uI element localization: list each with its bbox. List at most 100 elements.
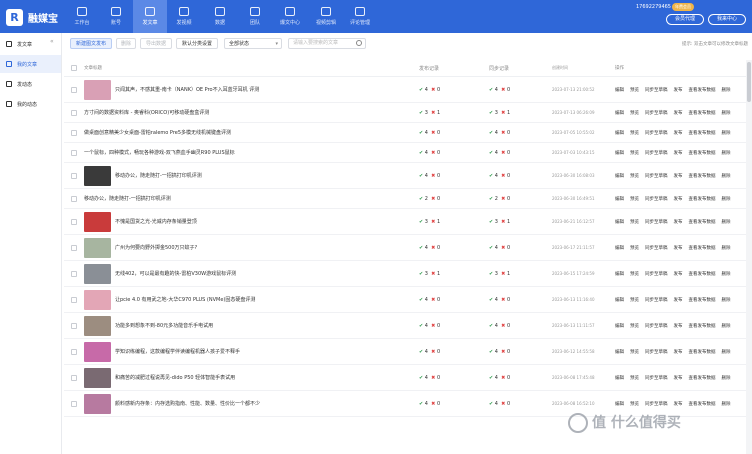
view-data-link[interactable]: 查看发布数据 [689, 110, 716, 116]
publish-link[interactable]: 发布 [674, 110, 683, 116]
publish-link[interactable]: 发布 [674, 297, 683, 303]
table-row[interactable]: 和痛苦的减肥过程说再见-dido P50 轻体智能手表试用 ✔ 4 ✖ 0 ✔ … [64, 365, 752, 391]
table-row[interactable]: 方寸间的数据资料库 - 奥睿科(ORICO)可移动硬盘盒评测 ✔ 3 ✖ 1 ✔… [64, 103, 752, 123]
sync-draft-link[interactable]: 同步至草稿 [645, 110, 668, 116]
article-title[interactable]: 颜料感新内存条：内存选购指南、性能、数量、性价比一个都不少 [115, 400, 260, 407]
article-title-cell[interactable]: 功能多到想象不到-80元多功能音乐手电试用 [84, 315, 419, 336]
sync-record[interactable]: ✔ 4 ✖ 0 [489, 401, 552, 407]
default-category-button[interactable]: 默认分类设置 [176, 38, 218, 49]
member-agent-button[interactable]: 会员代理 [666, 14, 704, 25]
table-row[interactable]: 移动办公，随走随打-一招搞打印机评测 ✔ 4 ✖ 0 ✔ 4 ✖ 0 2023-… [64, 163, 752, 189]
article-title-cell[interactable]: 和痛苦的减肥过程说再见-dido P50 轻体智能手表试用 [84, 367, 419, 388]
row-checkbox[interactable] [64, 270, 84, 277]
collapse-sidebar-icon[interactable]: « [50, 38, 54, 45]
publish-record[interactable]: ✔ 3 ✖ 1 [419, 271, 489, 277]
sync-record[interactable]: ✔ 4 ✖ 0 [489, 349, 552, 355]
article-title[interactable]: 学知识练编程，这款编程学伴读编程机器人孩子爱不释手 [115, 348, 240, 355]
publish-record[interactable]: ✔ 4 ✖ 0 [419, 87, 489, 93]
delete-link[interactable]: 删除 [722, 130, 731, 136]
nav-comments[interactable]: 评论管理 [343, 0, 377, 33]
sync-draft-link[interactable]: 同步至草稿 [645, 150, 668, 156]
sync-record[interactable]: ✔ 3 ✖ 1 [489, 110, 552, 116]
scrollbar-thumb[interactable] [747, 62, 751, 102]
publish-link[interactable]: 发布 [674, 196, 683, 202]
sync-record[interactable]: ✔ 3 ✖ 1 [489, 219, 552, 225]
view-data-link[interactable]: 查看发布数据 [689, 297, 716, 303]
publish-link[interactable]: 发布 [674, 130, 683, 136]
nav-team[interactable]: 团队 [238, 0, 272, 33]
edit-link[interactable]: 编辑 [615, 323, 624, 329]
preview-link[interactable]: 预览 [630, 401, 639, 407]
sync-draft-link[interactable]: 同步至草稿 [645, 375, 668, 381]
delete-link[interactable]: 删除 [722, 150, 731, 156]
table-row[interactable]: 广州为何要向野外掷金500万只蚊子? ✔ 4 ✖ 0 ✔ 4 ✖ 0 2023-… [64, 235, 752, 261]
edit-link[interactable]: 编辑 [615, 349, 624, 355]
delete-link[interactable]: 删除 [722, 173, 731, 179]
row-checkbox[interactable] [64, 244, 84, 251]
nav-accounts[interactable]: 账号 [99, 0, 133, 33]
view-data-link[interactable]: 查看发布数据 [689, 375, 716, 381]
nav-post-video[interactable]: 发视频 [167, 0, 201, 33]
view-data-link[interactable]: 查看发布数据 [689, 150, 716, 156]
delete-link[interactable]: 删除 [722, 271, 731, 277]
publish-link[interactable]: 发布 [674, 401, 683, 407]
delete-link[interactable]: 删除 [722, 87, 731, 93]
delete-link[interactable]: 删除 [722, 349, 731, 355]
delete-link[interactable]: 删除 [722, 297, 731, 303]
row-checkbox[interactable] [64, 348, 84, 355]
view-data-link[interactable]: 查看发布数据 [689, 196, 716, 202]
nav-hot-articles[interactable]: 爆文中心 [273, 0, 307, 33]
article-title[interactable]: 广州为何要向野外掷金500万只蚊子? [115, 244, 197, 251]
publish-link[interactable]: 发布 [674, 375, 683, 381]
preview-link[interactable]: 预览 [630, 150, 639, 156]
user-center-button[interactable]: 我来中心 [708, 14, 746, 25]
preview-link[interactable]: 预览 [630, 323, 639, 329]
edit-link[interactable]: 编辑 [615, 130, 624, 136]
preview-link[interactable]: 预览 [630, 130, 639, 136]
edit-link[interactable]: 编辑 [615, 297, 624, 303]
edit-link[interactable]: 编辑 [615, 271, 624, 277]
publish-link[interactable]: 发布 [674, 87, 683, 93]
table-row[interactable]: 一个鼠标，四种模式，畅玩各种游戏-双飞燕血手幽灵R90 PLUS鼠标 ✔ 4 ✖… [64, 143, 752, 163]
sync-draft-link[interactable]: 同步至草稿 [645, 196, 668, 202]
table-row[interactable]: 做桌面创意精美少女桌面-雷柏ralemo Pre5多模无线机械键盘评测 ✔ 4 … [64, 123, 752, 143]
new-article-button[interactable]: 新建图文发布 [70, 38, 112, 49]
row-checkbox[interactable] [64, 86, 84, 93]
edit-link[interactable]: 编辑 [615, 173, 624, 179]
view-data-link[interactable]: 查看发布数据 [689, 401, 716, 407]
table-row[interactable]: 无线402，可以是最有趣的快-雷柏V30W游戏鼠标评测 ✔ 3 ✖ 1 ✔ 3 … [64, 261, 752, 287]
delete-button[interactable]: 删除 [116, 38, 136, 49]
article-title-cell[interactable]: 学知识练编程，这款编程学伴读编程机器人孩子爱不释手 [84, 341, 419, 362]
sync-draft-link[interactable]: 同步至草稿 [645, 401, 668, 407]
sync-record[interactable]: ✔ 4 ✖ 0 [489, 87, 552, 93]
sync-draft-link[interactable]: 同步至草稿 [645, 349, 668, 355]
article-title-cell[interactable]: 无线402，可以是最有趣的快-雷柏V30W游戏鼠标评测 [84, 263, 419, 284]
row-checkbox[interactable] [64, 400, 84, 407]
article-title-cell[interactable]: 广州为何要向野外掷金500万只蚊子? [84, 237, 419, 258]
row-checkbox[interactable] [64, 195, 84, 202]
edit-link[interactable]: 编辑 [615, 196, 624, 202]
publish-record[interactable]: ✔ 4 ✖ 0 [419, 130, 489, 136]
sync-draft-link[interactable]: 同步至草稿 [645, 297, 668, 303]
sync-draft-link[interactable]: 同步至草稿 [645, 271, 668, 277]
row-checkbox[interactable] [64, 218, 84, 225]
delete-link[interactable]: 删除 [722, 219, 731, 225]
publish-record[interactable]: ✔ 4 ✖ 0 [419, 375, 489, 381]
publish-record[interactable]: ✔ 4 ✖ 0 [419, 297, 489, 303]
row-checkbox[interactable] [64, 374, 84, 381]
row-checkbox[interactable] [64, 129, 84, 136]
nav-video-edit[interactable]: 视频剪辑 [309, 0, 343, 33]
publish-link[interactable]: 发布 [674, 323, 683, 329]
edit-link[interactable]: 编辑 [615, 87, 624, 93]
article-title[interactable]: 无线402，可以是最有趣的快-雷柏V30W游戏鼠标评测 [115, 270, 236, 277]
article-title-cell[interactable]: 颜料感新内存条：内存选购指南、性能、数量、性价比一个都不少 [84, 393, 419, 414]
edit-link[interactable]: 编辑 [615, 150, 624, 156]
nav-data[interactable]: 数据 [203, 0, 237, 33]
article-title-cell[interactable]: 方寸间的数据资料库 - 奥睿科(ORICO)可移动硬盘盒评测 [84, 109, 419, 116]
table-row[interactable]: 学知识练编程，这款编程学伴读编程机器人孩子爱不释手 ✔ 4 ✖ 0 ✔ 4 ✖ … [64, 339, 752, 365]
article-title[interactable]: 方寸间的数据资料库 - 奥睿科(ORICO)可移动硬盘盒评测 [84, 109, 209, 116]
table-row[interactable]: 不愧是国货之光-光威内存条销量登顶 ✔ 3 ✖ 1 ✔ 3 ✖ 1 2023-0… [64, 209, 752, 235]
article-title[interactable]: 功能多到想象不到-80元多功能音乐手电试用 [115, 322, 213, 329]
preview-link[interactable]: 预览 [630, 349, 639, 355]
delete-link[interactable]: 删除 [722, 196, 731, 202]
